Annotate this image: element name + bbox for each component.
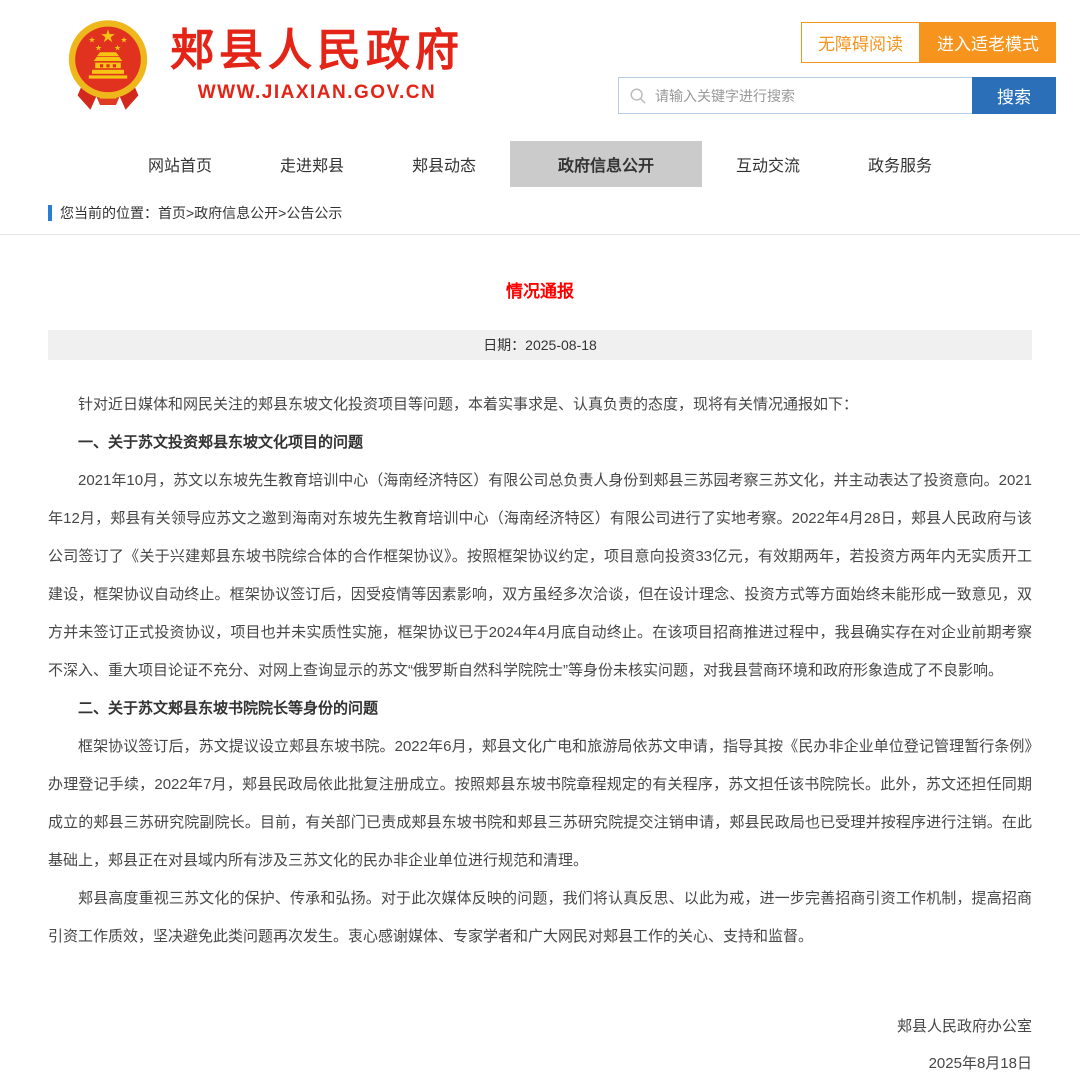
- intro-paragraph: 针对近日媒体和网民关注的郏县东坡文化投资项目等问题，本着实事求是、认真负责的态度…: [48, 386, 1032, 424]
- nav-item-interaction[interactable]: 互动交流: [702, 141, 834, 187]
- search-input[interactable]: [655, 88, 962, 104]
- section1-heading: 一、关于苏文投资郏县东坡文化项目的问题: [48, 424, 1032, 462]
- article-title: 情况通报: [48, 277, 1032, 302]
- search-button[interactable]: 搜索: [972, 77, 1056, 114]
- closing-paragraph: 郏县高度重视三苏文化的保护、传承和弘扬。对于此次媒体反映的问题，我们将认真反思、…: [48, 880, 1032, 956]
- section1-paragraph: 2021年10月，苏文以东坡先生教育培训中心（海南经济特区）有限公司总负责人身份…: [48, 462, 1032, 690]
- signature-office: 郏县人民政府办公室: [48, 1008, 1032, 1045]
- breadcrumb: 您当前的位置： 首页>政府信息公开>公告公示: [48, 200, 1080, 226]
- divider: [0, 234, 1080, 235]
- svg-text:★: ★: [95, 44, 102, 53]
- section2-heading: 二、关于苏文郏县东坡书院院长等身份的问题: [48, 690, 1032, 728]
- article-body: 针对近日媒体和网民关注的郏县东坡文化投资项目等问题，本着实事求是、认真负责的态度…: [48, 386, 1032, 956]
- site-header: ★ ★ ★ ★ ★ 郏县人民政府 WWW.JIAXIAN.GOV.CN 无障碍阅…: [0, 0, 1080, 128]
- section2-paragraph: 框架协议签订后，苏文提议设立郏县东坡书院。2022年6月，郏县文化广电和旅游局依…: [48, 728, 1032, 880]
- nav-item-news[interactable]: 郏县动态: [378, 141, 510, 187]
- svg-text:★: ★: [120, 36, 127, 45]
- nav-item-gov-info[interactable]: 政府信息公开: [510, 141, 702, 187]
- breadcrumb-path[interactable]: 首页>政府信息公开>公告公示: [158, 203, 342, 223]
- signature-block: 郏县人民政府办公室 2025年8月18日: [48, 1008, 1032, 1082]
- elder-mode-button[interactable]: 进入适老模式: [920, 22, 1056, 63]
- national-emblem-icon: ★ ★ ★ ★ ★: [60, 15, 156, 115]
- accessibility-reading-button[interactable]: 无障碍阅读: [801, 22, 920, 63]
- site-logo[interactable]: ★ ★ ★ ★ ★ 郏县人民政府 WWW.JIAXIAN.GOV.CN: [60, 12, 464, 118]
- nav-item-home[interactable]: 网站首页: [114, 141, 246, 187]
- signature-date: 2025年8月18日: [48, 1045, 1032, 1082]
- article: 情况通报 日期：2025-08-18 针对近日媒体和网民关注的郏县东坡文化投资项…: [48, 277, 1032, 1082]
- breadcrumb-label: 您当前的位置：: [60, 203, 158, 223]
- article-date: 日期：2025-08-18: [48, 330, 1032, 360]
- nav-item-services[interactable]: 政务服务: [834, 141, 966, 187]
- breadcrumb-marker: [48, 205, 52, 221]
- site-title: 郏县人民政府: [170, 26, 464, 77]
- search-box: [618, 77, 972, 114]
- search-icon: [629, 87, 647, 105]
- svg-text:★: ★: [114, 44, 121, 53]
- nav-item-about[interactable]: 走进郏县: [246, 141, 378, 187]
- site-url: WWW.JIAXIAN.GOV.CN: [198, 82, 436, 104]
- main-nav: 网站首页 走进郏县 郏县动态 政府信息公开 互动交流 政务服务: [0, 134, 1080, 194]
